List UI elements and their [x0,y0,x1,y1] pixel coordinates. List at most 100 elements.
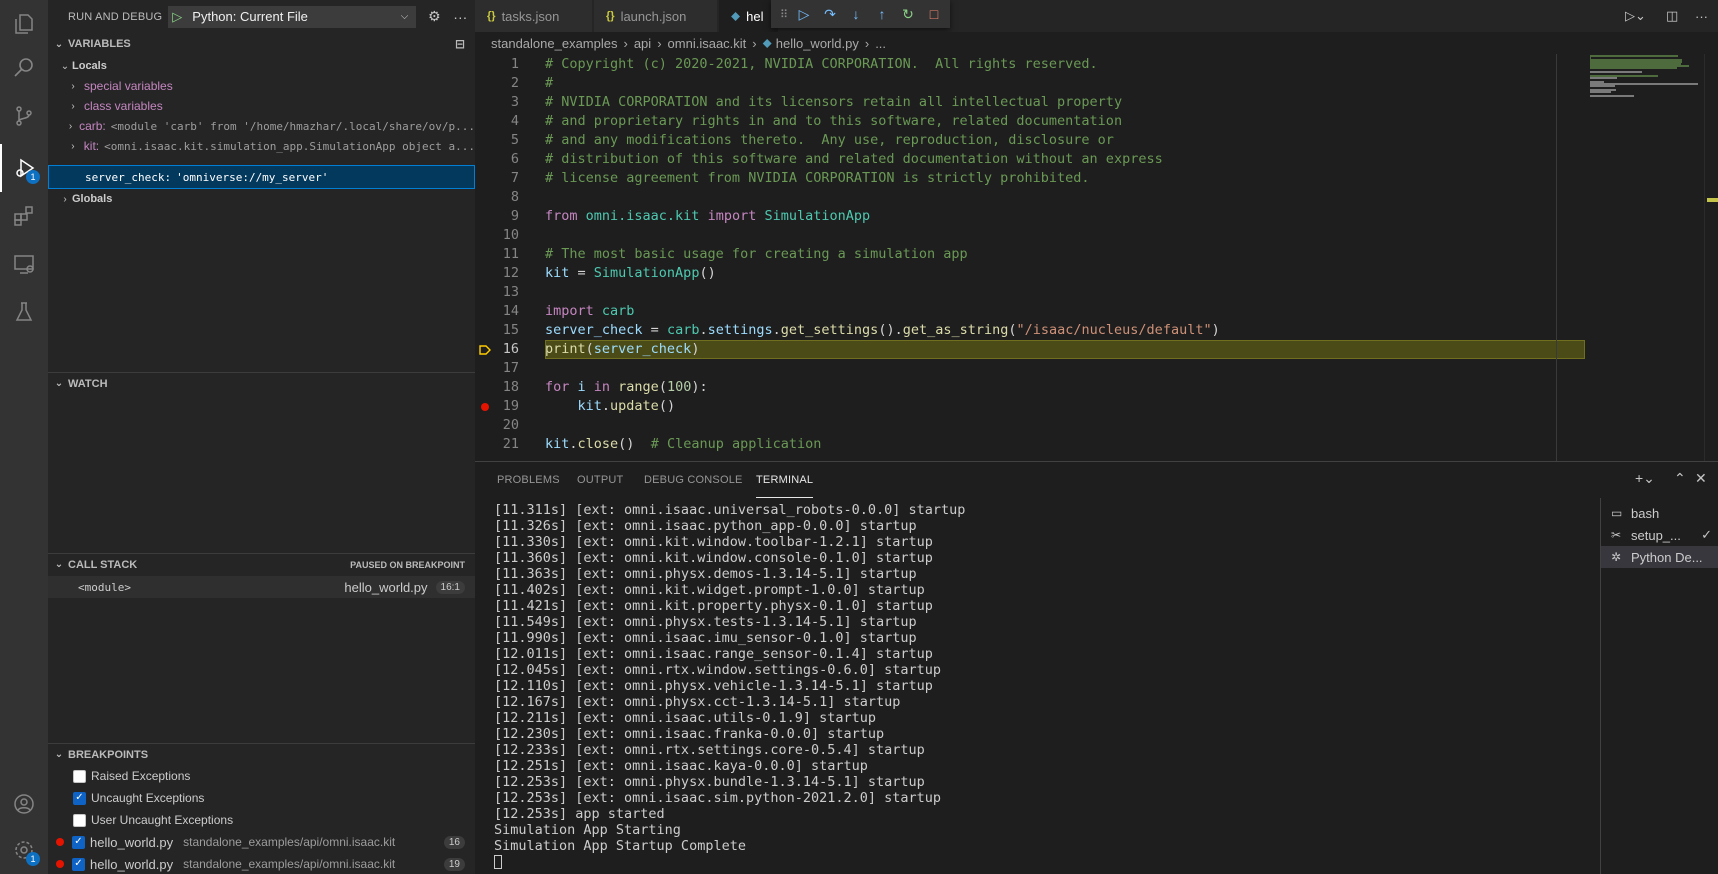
variable-row[interactable]: › special variables [48,75,475,97]
step-over-icon[interactable]: ↷ [817,2,843,26]
accounts-icon[interactable] [0,780,48,828]
tab-output[interactable]: OUTPUT [577,462,623,498]
code-editor[interactable]: 1 # Copyright (c) 2020-2021, NVIDIA CORPO… [475,54,1718,461]
line-number: 7 [510,170,519,186]
extensions-icon[interactable] [0,192,48,240]
step-into-icon[interactable]: ↓ [843,2,869,26]
tab-hello-world[interactable]: ⬥ hel [719,0,779,32]
terminal-item-active[interactable]: ✲ Python De... [1601,546,1718,568]
code-token: range [618,379,659,395]
continue-icon[interactable]: ▷ [791,2,817,26]
search-icon[interactable] [0,44,48,92]
drag-handle-icon[interactable]: ⠿ [777,2,791,26]
terminal-output[interactable]: [11.311s] [ext: omni.isaac.universal_rob… [494,502,1494,870]
variable-row[interactable]: › carb: <module 'carb' from '/home/hmazh… [48,115,475,137]
run-debug-icon[interactable]: 1 [0,144,48,192]
code-line[interactable]: 8 [475,188,1718,207]
code-token: ) [691,341,700,357]
code-line[interactable]: 16 print(server_check) [475,340,1718,359]
checkbox-checked[interactable]: ✓ [73,791,86,805]
tab-tasks-json[interactable]: {} tasks.json [475,0,593,32]
launch-config-select[interactable]: ▷ Python: Current File ⌵ [168,5,417,28]
minimap-line [1590,85,1615,87]
variable-row[interactable]: › class variables [48,95,475,117]
code-line[interactable]: 2 # [475,74,1718,93]
code-line[interactable]: 12 kit = SimulationApp() [475,264,1718,283]
code-token: . [772,322,781,338]
variable-row-selected[interactable]: server_check: 'omniverse://my_server' [48,165,475,189]
terminal-prompt[interactable] [494,854,1494,870]
breadcrumb-item[interactable]: api [634,36,651,51]
breadcrumb-item[interactable]: standalone_examples [491,36,617,51]
checkbox-checked[interactable]: ✓ [72,857,85,871]
stop-icon[interactable]: □ [921,2,947,26]
minimap[interactable] [1590,54,1704,461]
code-line[interactable]: 6 # distribution of this software and rel… [475,150,1718,169]
maximize-panel-icon[interactable]: ⌃ [1674,470,1686,487]
breakpoint-option[interactable]: ✓ Uncaught Exceptions [48,788,475,808]
watch-section-header[interactable]: ⌄ WATCH [48,372,475,394]
manage-gear-icon[interactable]: 1 [0,826,48,874]
breakpoint-option[interactable]: Raised Exceptions [48,766,475,786]
code-line[interactable]: 3 # NVIDIA CORPORATION and its licensors … [475,93,1718,112]
terminal-item[interactable]: ✂ setup_... ✓ [1601,524,1718,546]
code-line[interactable]: 7 # license agreement from NVIDIA CORPORA… [475,169,1718,188]
code-token: in [585,379,619,395]
tab-problems[interactable]: PROBLEMS [497,462,560,498]
split-editor-icon[interactable]: ◫ [1666,0,1678,32]
breakpoint-item[interactable]: ✓ hello_world.py standalone_examples/api… [48,832,475,852]
code-line[interactable]: 21 kit.close() # Cleanup application [475,435,1718,454]
locals-scope[interactable]: ⌄ Locals [48,55,475,77]
terminal-item[interactable]: ▭ bash [1601,502,1718,524]
run-icon[interactable]: ▷⌄ [1625,0,1646,32]
code-line[interactable]: 9 from omni.isaac.kit import SimulationAp… [475,207,1718,226]
breakpoint-file: hello_world.py [90,856,174,872]
breakpoint-option-label: Raised Exceptions [91,769,191,783]
callstack-section-header[interactable]: ⌄ CALL STACK PAUSED ON BREAKPOINT [48,553,475,575]
callstack-frame[interactable]: <module> hello_world.py 16:1 [48,576,475,598]
code-line[interactable]: 4 # and proprietary rights in and to this… [475,112,1718,131]
globals-scope[interactable]: › Globals [48,188,475,210]
testing-icon[interactable] [0,288,48,336]
code-line[interactable]: 19 kit.update() [475,397,1718,416]
editor-scrollbar[interactable] [1704,54,1718,461]
code-line[interactable]: 11 # The most basic usage for creating a … [475,245,1718,264]
breakpoint-item[interactable]: ✓ hello_world.py standalone_examples/api… [48,854,475,874]
code-line[interactable]: 17 [475,359,1718,378]
tab-terminal[interactable]: TERMINAL [756,462,814,498]
explorer-icon[interactable] [0,0,48,48]
collapse-all-icon[interactable]: ⊟ [455,37,465,51]
code-line[interactable]: 14 import carb [475,302,1718,321]
code-text: for i in range(100): [545,378,708,397]
tab-launch-json[interactable]: {} launch.json [594,0,718,32]
start-debugging-icon[interactable]: ▷ [172,9,188,25]
code-line[interactable]: 20 [475,416,1718,435]
code-line[interactable]: 15 server_check = carb.settings.get_setti… [475,321,1718,340]
remote-explorer-icon[interactable] [0,240,48,288]
code-line[interactable]: 5 # and any modifications thereto. Any us… [475,131,1718,150]
source-control-icon[interactable] [0,92,48,140]
tab-debug-console[interactable]: DEBUG CONSOLE [644,462,743,498]
breadcrumb-item[interactable]: ... [875,36,886,51]
checkbox[interactable] [73,769,86,783]
gear-icon[interactable]: ⚙ [426,8,442,25]
terminal-line: [12.251s] [ext: omni.isaac.kaya-0.0.0] s… [494,758,868,774]
code-line[interactable]: 18 for i in range(100): [475,378,1718,397]
close-panel-icon[interactable]: ✕ [1695,470,1707,487]
checkbox[interactable] [73,813,86,827]
variables-section-header[interactable]: ⌄ VARIABLES ⊟ [48,33,475,55]
more-actions-icon[interactable]: ··· [452,9,468,25]
breadcrumb-item[interactable]: hello_world.py [776,36,859,51]
code-line[interactable]: 1 # Copyright (c) 2020-2021, NVIDIA CORPO… [475,55,1718,74]
code-line[interactable]: 13 [475,283,1718,302]
restart-icon[interactable]: ↻ [895,2,921,26]
step-out-icon[interactable]: ↑ [869,2,895,26]
new-terminal-icon[interactable]: +⌄ [1635,470,1655,487]
code-line[interactable]: 10 [475,226,1718,245]
breadcrumb-item[interactable]: omni.isaac.kit [668,36,747,51]
variable-row[interactable]: › kit: <omni.isaac.kit.simulation_app.Si… [48,135,475,157]
breakpoint-option[interactable]: User Uncaught Exceptions [48,810,475,830]
more-actions-icon[interactable]: ··· [1695,0,1708,32]
breakpoints-section-header[interactable]: ⌄ BREAKPOINTS [48,743,475,765]
checkbox-checked[interactable]: ✓ [72,835,85,849]
